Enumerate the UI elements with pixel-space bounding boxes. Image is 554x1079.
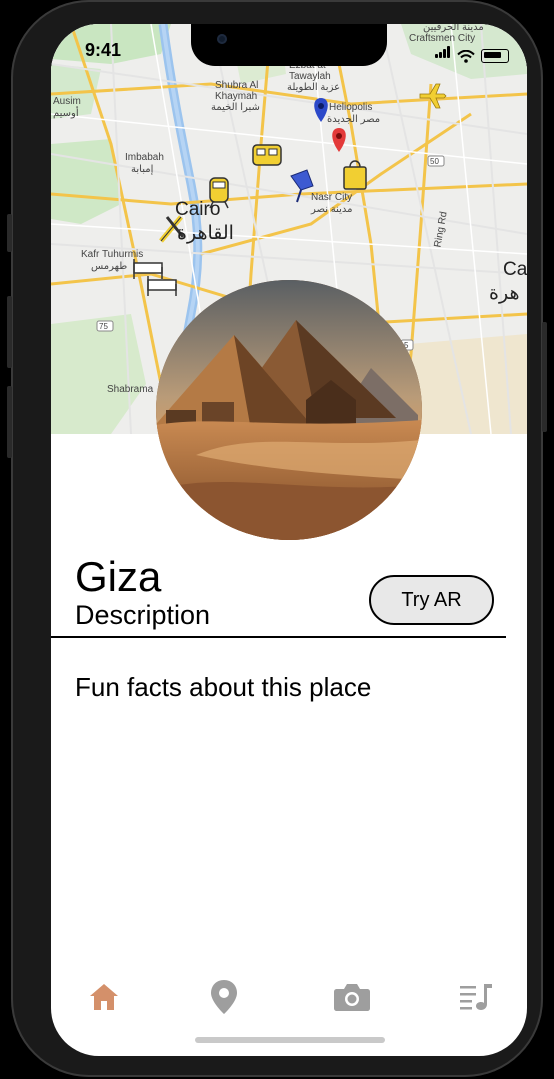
screen: Ausim أوسيم Shubra Al Khaymah شبرا الخيم…	[51, 24, 527, 1056]
map-label-tawaylah: Tawaylah	[289, 71, 331, 82]
camera-icon	[334, 984, 370, 1011]
map-label-cairo-east-ar: هرة	[489, 283, 520, 304]
volume-up-button	[7, 296, 12, 368]
location-pin-icon	[211, 980, 237, 1014]
map-label-nasr-ar: مدينة نصر	[311, 204, 353, 215]
map-label-cairo-east: Ca	[503, 259, 527, 280]
map-label-cairo-ar: القاهرة	[177, 223, 234, 244]
map-label-ausim-ar: أوسيم	[53, 108, 79, 119]
wifi-icon	[457, 50, 475, 63]
tab-location[interactable]	[201, 974, 247, 1020]
signal-icon	[435, 45, 451, 63]
status-time: 9:41	[85, 40, 122, 60]
map-label-heliopolis: Heliopolis	[329, 102, 373, 113]
map-label-tawaylah-ar: عزبة الطويلة	[287, 82, 341, 93]
fun-facts-text: Fun facts about this place	[75, 672, 372, 702]
status-icons	[435, 45, 509, 63]
pyramids-image	[156, 280, 422, 540]
map-label-nasr: Nasr City	[311, 192, 353, 203]
home-indicator[interactable]	[195, 1037, 385, 1043]
phone-frame: Ausim أوسيم Shubra Al Khaymah شبرا الخيم…	[7, 0, 547, 1077]
map-label-craftsmen: Craftsmen City	[409, 33, 476, 44]
map-label-kafr: Kafr Tuhurmis	[81, 249, 144, 260]
place-title: Giza	[75, 553, 162, 600]
map-label-imbabah: Imbabah	[125, 152, 164, 163]
tab-home[interactable]	[81, 974, 127, 1020]
map-label-shabrama: Shabrama	[107, 384, 154, 395]
map-label-khaymah: Khaymah	[215, 91, 258, 102]
map-road-75: 75	[99, 322, 108, 331]
map-label-shubra-ar: شبرا الخيمة	[211, 102, 260, 113]
notch	[191, 24, 387, 66]
map-label-craftsmen-ar: مدينة الحرفيين	[423, 24, 484, 33]
map-label-kafr-ar: طهرمس	[91, 261, 128, 272]
front-camera	[217, 34, 227, 44]
tab-playlist[interactable]	[453, 974, 499, 1020]
mute-switch	[7, 214, 12, 252]
divider	[51, 636, 506, 638]
map-label-heliopolis-ar: مصر الجديدة	[327, 114, 381, 125]
map-label-shubra: Shubra Al	[215, 80, 259, 91]
map-road-50: 50	[430, 157, 439, 166]
power-button	[542, 322, 547, 432]
battery-icon	[481, 49, 509, 63]
volume-down-button	[7, 386, 12, 458]
place-description-label: Description	[75, 600, 211, 630]
map-label-imbabah-ar: إمبابة	[131, 164, 154, 175]
map-label-ausim: Ausim	[53, 96, 81, 107]
home-icon	[90, 984, 118, 1010]
tab-bar	[51, 974, 527, 1024]
try-ar-button[interactable]: Try AR	[369, 575, 494, 625]
bus-marker	[252, 144, 282, 166]
place-image	[156, 280, 422, 540]
tab-camera[interactable]	[329, 974, 375, 1020]
map-label-cairo: Cairo	[175, 199, 221, 220]
playlist-icon	[460, 984, 492, 1010]
